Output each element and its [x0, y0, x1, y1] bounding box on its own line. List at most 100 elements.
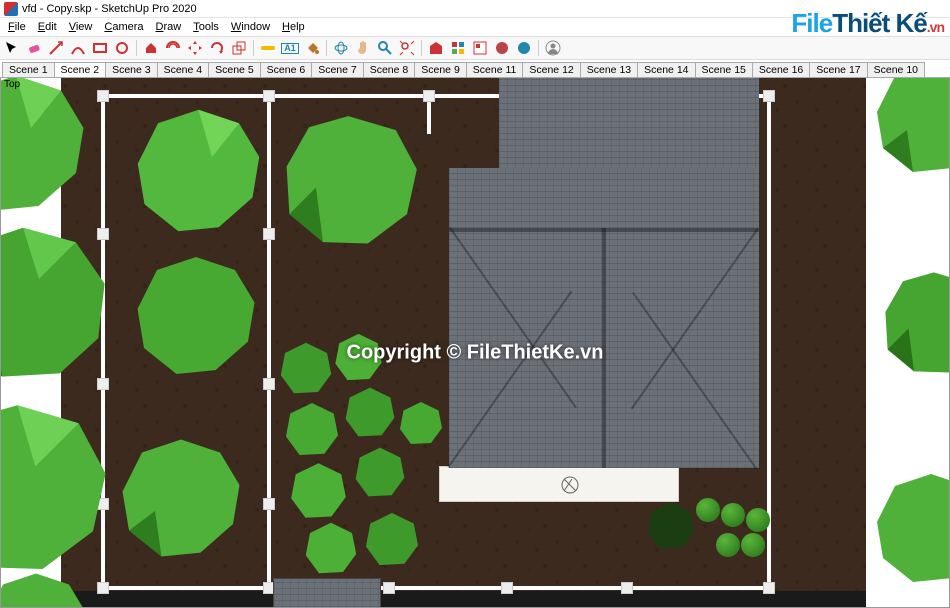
scene-tab[interactable]: Scene 5 [208, 62, 261, 77]
scene-tab[interactable]: Scene 10 [867, 62, 925, 77]
scene-tabs: Scene 1 Scene 2 Scene 3 Scene 4 Scene 5 … [0, 60, 950, 78]
menu-view[interactable]: View [63, 20, 99, 34]
scene-tab[interactable]: Scene 8 [363, 62, 416, 77]
extension-warehouse-tool[interactable] [448, 38, 468, 58]
shrub-dark [641, 498, 701, 553]
scene-tab[interactable]: Scene 13 [580, 62, 638, 77]
scene-tab[interactable]: Scene 3 [105, 62, 158, 77]
roof-main [449, 168, 759, 468]
menu-help[interactable]: Help [276, 20, 311, 34]
scene-tab[interactable]: Scene 15 [695, 62, 753, 77]
enscape-tool[interactable] [492, 38, 512, 58]
fence-post [97, 90, 109, 102]
fence [267, 94, 271, 590]
menu-tools[interactable]: Tools [187, 20, 225, 34]
shrub [301, 518, 361, 578]
menu-edit[interactable]: Edit [32, 20, 63, 34]
scale-tool[interactable] [229, 38, 249, 58]
titlebar: vfd - Copy.skp - SketchUp Pro 2020 [0, 0, 950, 18]
toolbar-separator [253, 40, 254, 56]
scene-tab[interactable]: Scene 2 [54, 62, 107, 77]
view-name-label: Top [4, 79, 20, 90]
scene-tab[interactable]: Scene 14 [637, 62, 695, 77]
tree [0, 218, 111, 388]
toolbar-separator [421, 40, 422, 56]
tree [0, 568, 101, 608]
scene-tab[interactable]: Scene 16 [752, 62, 810, 77]
scene-tab[interactable]: Scene 11 [466, 62, 524, 77]
scene-tab[interactable]: Scene 7 [311, 62, 364, 77]
toolbar-separator [538, 40, 539, 56]
user-account[interactable] [543, 38, 563, 58]
roof-upper [499, 78, 759, 170]
menubar: File Edit View Camera Draw Tools Window … [0, 18, 950, 36]
move-tool[interactable] [185, 38, 205, 58]
scene-tab[interactable]: Scene 17 [809, 62, 867, 77]
fence-post [621, 582, 633, 594]
scene-tab[interactable]: Scene 6 [260, 62, 313, 77]
push-pull-tool[interactable] [141, 38, 161, 58]
zoom-extents-tool[interactable] [397, 38, 417, 58]
tape-measure-tool[interactable] [258, 38, 278, 58]
shrub [361, 508, 423, 570]
window-title: vfd - Copy.skp - SketchUp Pro 2020 [22, 3, 197, 15]
text-tool[interactable]: A1 [280, 38, 300, 58]
scene-tab[interactable]: Scene 1 [2, 62, 55, 77]
scene-tab[interactable]: Scene 9 [414, 62, 467, 77]
sketchup-app-icon [4, 2, 18, 16]
scene-tab[interactable]: Scene 4 [157, 62, 210, 77]
shrub [286, 458, 351, 523]
bush [746, 508, 770, 532]
line-tool[interactable] [46, 38, 66, 58]
tree [871, 78, 950, 188]
offset-tool[interactable] [163, 38, 183, 58]
eraser-tool[interactable] [24, 38, 44, 58]
arc-tool[interactable] [68, 38, 88, 58]
menu-camera[interactable]: Camera [98, 20, 149, 34]
rotate-tool[interactable] [207, 38, 227, 58]
menu-window[interactable]: Window [225, 20, 276, 34]
roof-ridge [602, 228, 606, 468]
circle-tool[interactable] [112, 38, 132, 58]
tree [131, 248, 261, 383]
orbit-tool[interactable] [331, 38, 351, 58]
tree [881, 238, 950, 408]
fence-post [263, 90, 275, 102]
bush [716, 533, 740, 557]
select-tool[interactable] [2, 38, 22, 58]
fence-post [263, 498, 275, 510]
tree [116, 428, 246, 568]
entry-path [273, 578, 381, 608]
toolbar-separator [136, 40, 137, 56]
tree [0, 78, 91, 218]
tree [131, 103, 266, 238]
tree [281, 108, 421, 253]
shrub [351, 443, 409, 501]
toolbar: A1 [0, 36, 950, 60]
shrub [276, 338, 336, 398]
toolbar-separator [326, 40, 327, 56]
bush [721, 503, 745, 527]
house [439, 78, 769, 498]
fence-post [383, 582, 395, 594]
paint-bucket-tool[interactable] [302, 38, 322, 58]
3d-warehouse-tool[interactable] [426, 38, 446, 58]
roof-hip [447, 291, 572, 468]
tree [871, 448, 950, 608]
roof-hip [449, 227, 577, 408]
road [61, 591, 866, 607]
pan-tool[interactable] [353, 38, 373, 58]
fence-post [763, 582, 775, 594]
vray-tool[interactable] [514, 38, 534, 58]
menu-file[interactable]: File [2, 20, 32, 34]
rectangle-tool[interactable] [90, 38, 110, 58]
scene-tab[interactable]: Scene 12 [522, 62, 580, 77]
menu-draw[interactable]: Draw [150, 20, 188, 34]
bush [741, 533, 765, 557]
fence [101, 586, 771, 590]
zoom-tool[interactable] [375, 38, 395, 58]
shrub [341, 383, 399, 441]
shrub [281, 398, 343, 460]
viewport[interactable]: Top [0, 78, 950, 608]
layout-tool[interactable] [470, 38, 490, 58]
